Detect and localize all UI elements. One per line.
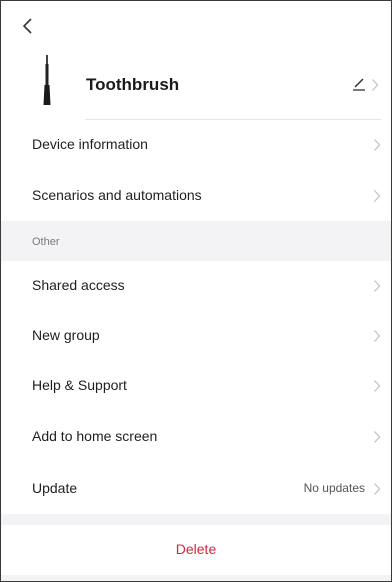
back-button[interactable]: [13, 11, 43, 41]
row-label: Device information: [32, 136, 148, 152]
device-settings-screen: Toothbrush Device information Scenarios …: [0, 0, 392, 582]
device-information-row[interactable]: Device information: [1, 120, 391, 170]
device-header[interactable]: Toothbrush: [1, 55, 391, 119]
chevron-right-icon: [372, 79, 379, 91]
update-row[interactable]: Update No updates: [1, 464, 391, 514]
chevron-right-icon: [374, 139, 381, 151]
row-label: Shared access: [32, 277, 125, 293]
row-label: Update: [32, 480, 78, 496]
chevron-right-icon: [374, 431, 381, 443]
chevron-right-icon: [374, 483, 381, 495]
bottom-spacer: [1, 575, 391, 581]
chevron-right-icon: [374, 190, 381, 202]
chevron-right-icon: [374, 280, 381, 292]
chevron-right-icon: [374, 380, 381, 392]
delete-label: Delete: [175, 541, 217, 557]
row-label: New group: [32, 327, 100, 343]
shared-access-row[interactable]: Shared access: [1, 261, 391, 311]
delete-button[interactable]: Delete: [1, 525, 391, 575]
section-header-other: Other: [1, 221, 391, 261]
row-label: Scenarios and automations: [32, 187, 202, 203]
row-label: Add to home screen: [32, 428, 158, 444]
toothbrush-icon: [43, 55, 51, 105]
add-to-home-screen-row[interactable]: Add to home screen: [1, 412, 391, 462]
help-support-row[interactable]: Help & Support: [1, 361, 391, 411]
section-title: Other: [32, 236, 60, 248]
pencil-icon[interactable]: [352, 77, 366, 91]
new-group-row[interactable]: New group: [1, 311, 391, 361]
row-label: Help & Support: [32, 377, 127, 393]
chevron-left-icon: [22, 18, 32, 34]
section-spacer: [1, 514, 391, 525]
chevron-right-icon: [374, 330, 381, 342]
update-status: No updates: [303, 481, 365, 495]
scenarios-automations-row[interactable]: Scenarios and automations: [1, 171, 391, 221]
device-name: Toothbrush: [86, 75, 180, 94]
